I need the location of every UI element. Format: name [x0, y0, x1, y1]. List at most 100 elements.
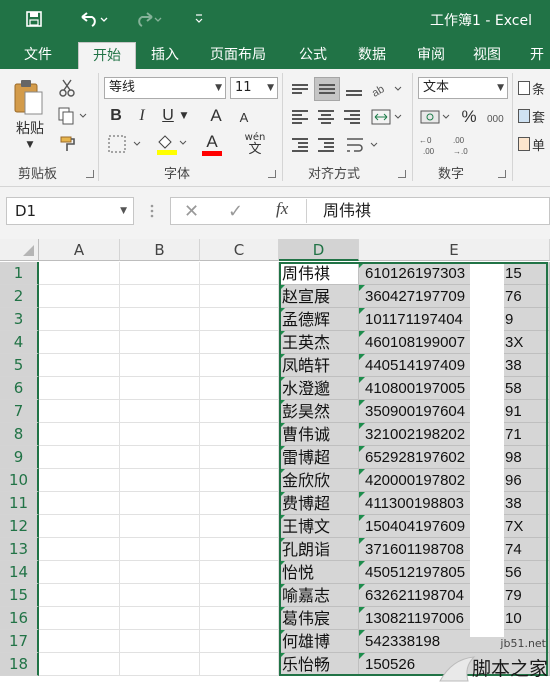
grid-cell[interactable] [200, 469, 279, 492]
chevron-down-icon[interactable]: ▼ [120, 198, 127, 224]
cut-icon[interactable] [56, 77, 78, 99]
row-header[interactable]: 17 [0, 630, 39, 653]
tab-view[interactable]: 视图 [464, 42, 510, 69]
name-cell[interactable]: 曹伟诚 [279, 423, 359, 446]
grid-cell[interactable] [120, 400, 200, 423]
font-launcher-icon[interactable] [268, 170, 276, 178]
align-bottom-icon[interactable] [342, 77, 366, 101]
grid-cell[interactable] [120, 446, 200, 469]
grid-cell[interactable] [120, 538, 200, 561]
paste-button[interactable]: 粘贴 [10, 119, 50, 137]
font-name-combo[interactable]: 等线 ▼ [104, 77, 226, 99]
align-middle-icon[interactable] [314, 77, 340, 101]
currency-icon[interactable] [418, 105, 454, 129]
grid-cell[interactable] [200, 262, 279, 285]
name-cell[interactable]: 何雄博 [279, 630, 359, 653]
paste-dropdown-icon[interactable]: ▼ [20, 139, 40, 151]
grid-cell[interactable] [39, 469, 120, 492]
grid-cell[interactable] [200, 492, 279, 515]
grow-font-button[interactable]: A [206, 105, 226, 127]
name-cell[interactable]: 水澄邈 [279, 377, 359, 400]
grid-cell[interactable] [200, 653, 279, 676]
grid-cell[interactable] [200, 584, 279, 607]
phonetic-button[interactable]: wén 文 [240, 131, 270, 157]
fill-color-icon[interactable] [154, 131, 190, 157]
grid-cell[interactable] [200, 538, 279, 561]
id-cell[interactable]: 150404197609 7X [359, 515, 550, 538]
cancel-icon[interactable]: ✕ [184, 201, 199, 222]
tab-formulas[interactable]: 公式 [288, 42, 338, 69]
paste-icon[interactable] [8, 75, 48, 119]
grid-cell[interactable] [120, 331, 200, 354]
row-header[interactable]: 2 [0, 285, 39, 308]
grid-cell[interactable] [39, 515, 120, 538]
name-cell[interactable]: 喻嘉志 [279, 584, 359, 607]
grid-cell[interactable] [120, 377, 200, 400]
id-cell[interactable]: 410800197005 58 [359, 377, 550, 400]
decrease-decimal-icon[interactable]: .00 →.0 [450, 133, 478, 157]
grid-cell[interactable] [200, 561, 279, 584]
grid-cell[interactable] [39, 354, 120, 377]
increase-decimal-icon[interactable]: ←0.00 [418, 133, 446, 157]
row-header[interactable]: 5 [0, 354, 39, 377]
name-cell[interactable]: 费博超 [279, 492, 359, 515]
grid-cell[interactable] [120, 423, 200, 446]
id-cell[interactable]: 371601198708 74 [359, 538, 550, 561]
row-header[interactable]: 13 [0, 538, 39, 561]
row-header[interactable]: 16 [0, 607, 39, 630]
name-cell[interactable]: 赵宣展 [279, 285, 359, 308]
row-header[interactable]: 12 [0, 515, 39, 538]
row-header[interactable]: 9 [0, 446, 39, 469]
comma-style-icon[interactable]: 000 [484, 105, 508, 129]
name-cell[interactable]: 周伟祺 [279, 262, 359, 285]
font-size-combo[interactable]: 11 ▼ [230, 77, 278, 99]
id-cell[interactable]: 632621198704 79 [359, 584, 550, 607]
font-color-button[interactable]: A [194, 131, 230, 157]
row-header[interactable]: 11 [0, 492, 39, 515]
grid-cell[interactable] [120, 630, 200, 653]
grid-cell[interactable] [39, 607, 120, 630]
orientation-icon[interactable]: ab [370, 77, 406, 101]
row-header[interactable]: 7 [0, 400, 39, 423]
number-format-combo[interactable]: 文本 ▼ [418, 77, 508, 99]
id-cell[interactable]: 652928197602 98 [359, 446, 550, 469]
cell-styles-button[interactable]: 单 [518, 133, 550, 155]
grid-cell[interactable] [39, 630, 120, 653]
grid-cell[interactable] [39, 423, 120, 446]
underline-button[interactable]: U [158, 105, 178, 127]
number-launcher-icon[interactable] [498, 170, 506, 178]
grid-cell[interactable] [200, 423, 279, 446]
borders-icon[interactable] [106, 133, 146, 155]
grid-cell[interactable] [120, 262, 200, 285]
grid-cell[interactable] [39, 653, 120, 676]
grid-cell[interactable] [120, 584, 200, 607]
id-cell[interactable]: 101171197404 9 [359, 308, 550, 331]
column-header-b[interactable]: B [120, 239, 200, 261]
decrease-indent-icon[interactable] [288, 133, 312, 157]
row-header[interactable]: 10 [0, 469, 39, 492]
formula-input[interactable]: 周伟祺 [323, 197, 371, 225]
align-right-icon[interactable] [340, 105, 364, 129]
grid-cell[interactable] [120, 492, 200, 515]
column-header-a[interactable]: A [39, 239, 120, 261]
undo-icon[interactable] [74, 6, 112, 32]
column-header-d[interactable]: D [279, 239, 359, 261]
grid-cell[interactable] [39, 400, 120, 423]
grid-cell[interactable] [39, 285, 120, 308]
copy-icon[interactable] [56, 105, 92, 127]
format-painter-icon[interactable] [56, 133, 80, 155]
name-cell[interactable]: 彭昊然 [279, 400, 359, 423]
grid-cell[interactable] [39, 446, 120, 469]
name-cell[interactable]: 乐怡畅 [279, 653, 359, 676]
tab-insert[interactable]: 插入 [140, 42, 190, 69]
tab-home[interactable]: 开始 [78, 42, 136, 69]
tab-page-layout[interactable]: 页面布局 [198, 42, 278, 69]
name-cell[interactable]: 孔朗诣 [279, 538, 359, 561]
id-cell[interactable]: 610126197303 15 [359, 262, 550, 285]
conditional-format-button[interactable]: 条 [518, 77, 550, 99]
format-as-table-button[interactable]: 套 [518, 105, 550, 127]
grid-cell[interactable] [120, 653, 200, 676]
grid-cell[interactable] [120, 561, 200, 584]
align-top-icon[interactable] [288, 77, 312, 101]
grid-cell[interactable] [39, 538, 120, 561]
